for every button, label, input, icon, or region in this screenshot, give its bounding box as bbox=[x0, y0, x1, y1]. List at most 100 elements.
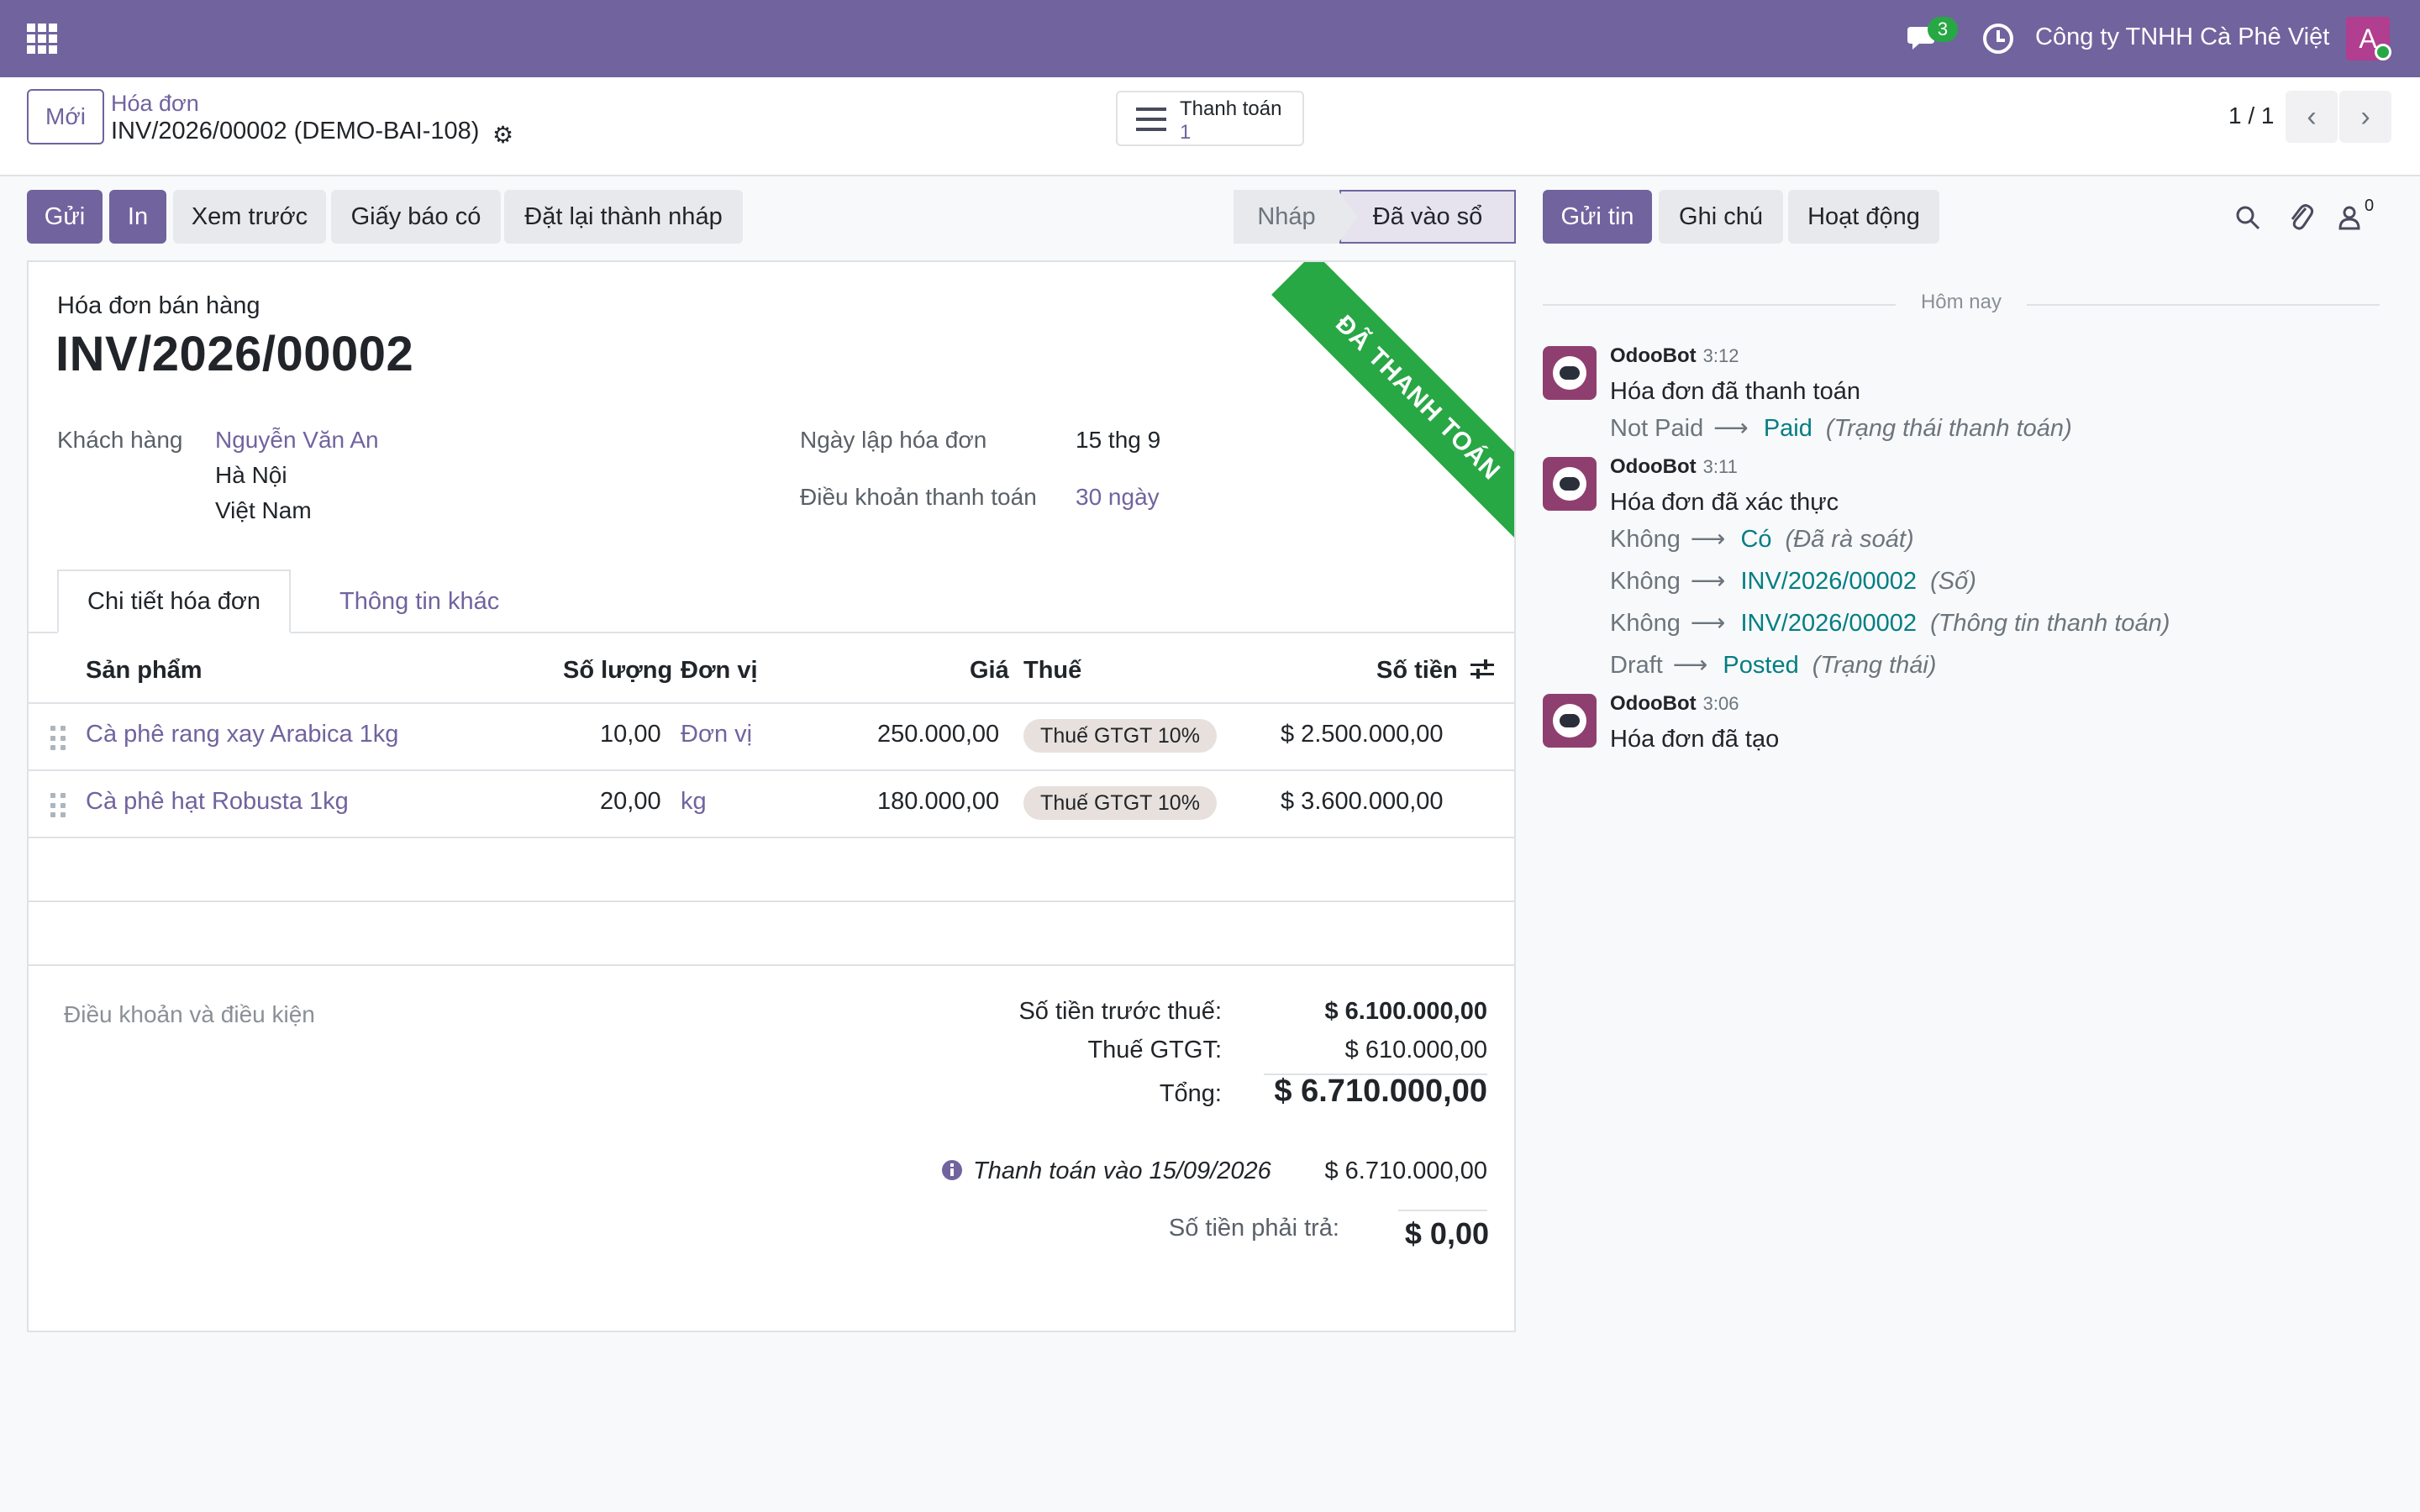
tracking-line: Không ⟶ Có (Đã rà soát) bbox=[1610, 526, 1914, 553]
company-switcher[interactable]: Công ty TNHH Cà Phê Việt bbox=[2035, 24, 2329, 51]
column-settings-icon[interactable] bbox=[1469, 657, 1496, 682]
message-time: 3:12 bbox=[1702, 345, 1739, 366]
paperclip-icon[interactable] bbox=[2287, 202, 2314, 232]
list-icon bbox=[1136, 108, 1166, 133]
line-quantity[interactable]: 20,00 bbox=[600, 788, 661, 816]
vat-label: Thuế GTGT: bbox=[1087, 1037, 1222, 1063]
followers-count: 0 bbox=[2365, 197, 2375, 215]
tab-other-info[interactable]: Thông tin khác bbox=[311, 570, 528, 633]
tracking-line: Draft ⟶ Posted (Trạng thái) bbox=[1610, 652, 1937, 679]
pager-previous-button[interactable]: ‹ bbox=[2286, 91, 2338, 143]
payments-smart-button[interactable]: Thanh toán 1 bbox=[1116, 91, 1304, 146]
message-time: 3:11 bbox=[1702, 456, 1738, 477]
terms-conditions-field[interactable]: Điều khoản và điều kiện bbox=[64, 1001, 315, 1028]
new-button[interactable]: Mới bbox=[27, 89, 104, 144]
tab-invoice-lines[interactable]: Chi tiết hóa đơn bbox=[57, 570, 292, 633]
line-product[interactable]: Cà phê rang xay Arabica 1kg bbox=[86, 721, 398, 748]
row-divider bbox=[29, 964, 1514, 966]
top-navbar: 3 Công ty TNHH Cà Phê Việt A bbox=[0, 0, 2420, 77]
message-author: OdooBot 3:12 bbox=[1610, 344, 1739, 367]
breadcrumb-parent[interactable]: Hóa đơn bbox=[111, 91, 199, 117]
line-tax-badge[interactable]: Thuế GTGT 10% bbox=[1023, 719, 1217, 753]
line-quantity[interactable]: 10,00 bbox=[600, 721, 661, 748]
followers-icon[interactable] bbox=[2338, 205, 2361, 230]
invoice-date-value[interactable]: 15 thg 9 bbox=[1076, 427, 1160, 454]
paid-ribbon: ĐÃ THANH TOÁN bbox=[1271, 262, 1514, 544]
drag-handle-icon[interactable] bbox=[50, 726, 66, 751]
invoice-number: INV/2026/00002 bbox=[55, 327, 414, 381]
message-body: Hóa đơn đã xác thực bbox=[1610, 489, 1839, 516]
control-panel: Mới Hóa đơn INV/2026/00002 (DEMO-BAI-108… bbox=[0, 77, 2420, 176]
line-price[interactable]: 250.000,00 bbox=[877, 721, 999, 748]
tracking-line: Not Paid ⟶ Paid (Trạng thái thanh toán) bbox=[1610, 415, 2072, 442]
line-price[interactable]: 180.000,00 bbox=[877, 788, 999, 816]
messages-badge: 3 bbox=[1928, 17, 1958, 42]
send-message-button[interactable]: Gửi tin bbox=[1543, 190, 1652, 244]
due-divider bbox=[1398, 1210, 1487, 1211]
date-separator: Hôm nay bbox=[1543, 291, 2380, 314]
vat-value: $ 610.000,00 bbox=[1344, 1037, 1487, 1063]
search-icon[interactable] bbox=[2235, 205, 2260, 230]
total-value: $ 6.710.000,00 bbox=[1274, 1074, 1487, 1109]
status-draft[interactable]: Nháp bbox=[1234, 190, 1339, 244]
col-price[interactable]: Giá bbox=[970, 657, 1009, 685]
payment-line-value: $ 6.710.000,00 bbox=[1324, 1158, 1487, 1184]
col-quantity[interactable]: Số lượng bbox=[563, 657, 672, 685]
odoobot-avatar bbox=[1543, 457, 1597, 511]
print-button[interactable]: In bbox=[109, 190, 166, 244]
pager-next-button[interactable]: › bbox=[2339, 91, 2391, 143]
gear-icon[interactable]: ⚙ bbox=[492, 121, 513, 149]
log-note-button[interactable]: Ghi chú bbox=[1659, 190, 1783, 244]
customer-label: Khách hàng bbox=[57, 427, 183, 453]
line-amount: $ 3.600.000,00 bbox=[1281, 788, 1444, 815]
payments-count: 1 bbox=[1180, 121, 1192, 144]
message-author: OdooBot 3:06 bbox=[1610, 692, 1739, 715]
row-divider bbox=[29, 769, 1514, 771]
untaxed-label: Số tiền trước thuế: bbox=[1018, 998, 1222, 1025]
invoice-type: Hóa đơn bán hàng bbox=[57, 292, 260, 319]
customer-city: Hà Nội bbox=[215, 462, 287, 488]
line-tax-badge[interactable]: Thuế GTGT 10% bbox=[1023, 786, 1217, 820]
credit-note-button[interactable]: Giấy báo có bbox=[331, 190, 501, 244]
payments-label: Thanh toán bbox=[1180, 97, 1282, 120]
row-divider bbox=[29, 837, 1514, 838]
odoobot-avatar bbox=[1543, 694, 1597, 748]
message-body: Hóa đơn đã tạo bbox=[1610, 726, 1780, 753]
amount-due-value: $ 0,00 bbox=[1404, 1216, 1489, 1251]
customer-country: Việt Nam bbox=[215, 497, 312, 523]
header-divider bbox=[29, 702, 1514, 704]
row-divider bbox=[29, 900, 1514, 902]
line-unit[interactable]: kg bbox=[681, 788, 707, 816]
status-arrow bbox=[1338, 190, 1358, 244]
line-unit[interactable]: Đơn vị bbox=[681, 721, 752, 748]
activity-clock-icon[interactable] bbox=[1983, 24, 2013, 54]
odoobot-avatar bbox=[1543, 346, 1597, 400]
untaxed-value: $ 6.100.000,00 bbox=[1324, 998, 1487, 1025]
message-body: Hóa đơn đã thanh toán bbox=[1610, 378, 1860, 405]
total-label: Tổng: bbox=[1159, 1080, 1222, 1107]
col-amount[interactable]: Số tiền bbox=[1376, 657, 1458, 685]
drag-handle-icon[interactable] bbox=[50, 793, 66, 818]
info-icon[interactable] bbox=[941, 1159, 963, 1181]
invoice-sheet: ĐÃ THANH TOÁN Hóa đơn bán hàng INV/2026/… bbox=[27, 260, 1516, 1332]
apps-menu-icon[interactable] bbox=[27, 24, 57, 54]
col-tax[interactable]: Thuế bbox=[1023, 657, 1081, 685]
pager-value[interactable]: 1 / 1 bbox=[2228, 102, 2274, 129]
message-author: OdooBot 3:11 bbox=[1610, 455, 1738, 478]
customer-link[interactable]: Nguyễn Văn An bbox=[215, 427, 379, 454]
col-product[interactable]: Sản phẩm bbox=[86, 657, 203, 685]
send-button[interactable]: Gửi bbox=[27, 190, 103, 244]
message-time: 3:06 bbox=[1702, 693, 1739, 714]
preview-button[interactable]: Xem trước bbox=[173, 190, 326, 244]
tracking-line: Không ⟶ INV/2026/00002 (Số) bbox=[1610, 568, 1976, 595]
status-posted[interactable]: Đã vào sổ bbox=[1339, 190, 1516, 244]
payment-terms-value[interactable]: 30 ngày bbox=[1076, 484, 1160, 511]
breadcrumb-current: INV/2026/00002 (DEMO-BAI-108) bbox=[111, 118, 480, 144]
tracking-line: Không ⟶ INV/2026/00002 (Thông tin thanh toá… bbox=[1610, 610, 2170, 637]
col-unit[interactable]: Đơn vị bbox=[681, 657, 758, 685]
status-bar: Nháp Đã vào sổ bbox=[1234, 190, 1516, 244]
line-product[interactable]: Cà phê hạt Robusta 1kg bbox=[86, 788, 349, 816]
reset-draft-button[interactable]: Đặt lại thành nháp bbox=[504, 190, 743, 244]
payment-terms-label: Điều khoản thanh toán bbox=[800, 484, 1037, 510]
activity-button[interactable]: Hoạt động bbox=[1788, 190, 1939, 244]
